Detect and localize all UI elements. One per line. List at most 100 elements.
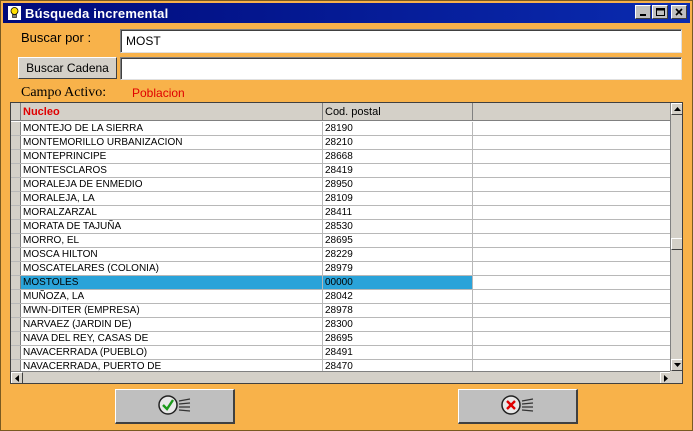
row-indicator[interactable] (11, 192, 21, 205)
table-row[interactable]: MONTEMORILLO URBANIZACION 28210 (11, 136, 672, 150)
column-header-postal-code[interactable]: Cod. postal (323, 103, 473, 121)
column-header-nucleo[interactable]: Nucleo (21, 103, 323, 121)
table-row[interactable]: MOSTOLES 00000 (11, 276, 672, 290)
cell-empty (473, 318, 671, 331)
table-row[interactable]: MWN-DITER (EMPRESA) 28978 (11, 304, 672, 318)
accept-button[interactable] (115, 389, 235, 424)
cell-postal-code[interactable]: 28978 (323, 304, 473, 317)
cell-postal-code[interactable]: 28530 (323, 220, 473, 233)
cell-postal-code[interactable]: 28419 (323, 164, 473, 177)
row-indicator[interactable] (11, 150, 21, 163)
cell-postal-code[interactable]: 28950 (323, 178, 473, 191)
table-row[interactable]: MORATA DE TAJUÑA 28530 (11, 220, 672, 234)
cell-empty (473, 178, 671, 191)
row-indicator[interactable] (11, 290, 21, 303)
cell-postal-code[interactable]: 28229 (323, 248, 473, 261)
vertical-scrollbar[interactable] (670, 103, 682, 371)
row-indicator[interactable] (11, 136, 21, 149)
table-row[interactable]: MONTESCLAROS 28419 (11, 164, 672, 178)
search-label: Buscar por : (21, 30, 92, 45)
cell-empty (473, 150, 671, 163)
grid-header: Nucleo Cod. postal (11, 103, 672, 121)
search-dialog: Búsqueda incremental Buscar por : MOST B… (0, 0, 693, 431)
table-row[interactable]: MOSCATELARES (COLONIA) 28979 (11, 262, 672, 276)
cell-nucleo[interactable]: MORALZARZAL (21, 206, 323, 219)
row-indicator[interactable] (11, 234, 21, 247)
cell-nucleo[interactable]: MOSCATELARES (COLONIA) (21, 262, 323, 275)
row-indicator[interactable] (11, 122, 21, 135)
cell-postal-code[interactable]: 28109 (323, 192, 473, 205)
search-string-button[interactable]: Buscar Cadena (18, 57, 117, 79)
cell-nucleo[interactable]: MORRO, EL (21, 234, 323, 247)
cell-postal-code[interactable]: 28411 (323, 206, 473, 219)
active-field-label: Campo Activo: (21, 85, 107, 100)
cell-nucleo[interactable]: MONTEMORILLO URBANIZACION (21, 136, 323, 149)
row-indicator[interactable] (11, 276, 21, 289)
window-title: Búsqueda incremental (25, 5, 169, 21)
cell-empty (473, 332, 671, 345)
cell-nucleo[interactable]: MONTEJO DE LA SIERRA (21, 122, 323, 135)
scrollbar-corner (670, 371, 682, 383)
horizontal-scrollbar[interactable] (11, 371, 672, 383)
row-indicator[interactable] (11, 178, 21, 191)
table-row[interactable]: MONTEJO DE LA SIERRA 28190 (11, 122, 672, 136)
results-grid[interactable]: Nucleo Cod. postal MONTEJO DE LA SIERRA 2… (10, 102, 683, 384)
cell-nucleo[interactable]: MONTEPRINCIPE (21, 150, 323, 163)
cell-postal-code[interactable]: 00000 (323, 276, 473, 289)
cell-nucleo[interactable]: MORALEJA DE ENMEDIO (21, 178, 323, 191)
row-indicator[interactable] (11, 206, 21, 219)
cell-empty (473, 262, 671, 275)
table-row[interactable]: NAVACERRADA (PUEBLO) 28491 (11, 346, 672, 360)
header-indicator (11, 103, 21, 120)
scroll-down-button[interactable] (671, 359, 682, 371)
cell-postal-code[interactable]: 28300 (323, 318, 473, 331)
table-row[interactable]: MUÑOZA, LA 28042 (11, 290, 672, 304)
cell-postal-code[interactable]: 28491 (323, 346, 473, 359)
row-indicator[interactable] (11, 220, 21, 233)
cell-nucleo[interactable]: NAVA DEL REY, CASAS DE (21, 332, 323, 345)
cell-postal-code[interactable]: 28979 (323, 262, 473, 275)
cell-nucleo[interactable]: MOSTOLES (21, 276, 323, 289)
table-row[interactable]: NARVAEZ (JARDIN DE) 28300 (11, 318, 672, 332)
cell-empty (473, 136, 671, 149)
row-indicator[interactable] (11, 318, 21, 331)
scroll-thumb[interactable] (671, 238, 682, 250)
cell-nucleo[interactable]: NARVAEZ (JARDIN DE) (21, 318, 323, 331)
search-input[interactable]: MOST (120, 29, 682, 53)
minimize-button[interactable] (635, 5, 651, 19)
search-string-input[interactable] (120, 57, 682, 80)
row-indicator[interactable] (11, 304, 21, 317)
cell-nucleo[interactable]: MUÑOZA, LA (21, 290, 323, 303)
row-indicator[interactable] (11, 164, 21, 177)
cell-nucleo[interactable]: MOSCA HILTON (21, 248, 323, 261)
table-row[interactable]: MORALEJA, LA 28109 (11, 192, 672, 206)
cell-nucleo[interactable]: MORATA DE TAJUÑA (21, 220, 323, 233)
cell-postal-code[interactable]: 28210 (323, 136, 473, 149)
cell-empty (473, 346, 671, 359)
table-row[interactable]: MORALZARZAL 28411 (11, 206, 672, 220)
table-row[interactable]: MOSCA HILTON 28229 (11, 248, 672, 262)
row-indicator[interactable] (11, 346, 21, 359)
cell-postal-code[interactable]: 28668 (323, 150, 473, 163)
maximize-button[interactable] (652, 5, 668, 19)
row-indicator[interactable] (11, 262, 21, 275)
cell-nucleo[interactable]: NAVACERRADA (PUEBLO) (21, 346, 323, 359)
cell-postal-code[interactable]: 28042 (323, 290, 473, 303)
cell-nucleo[interactable]: MORALEJA, LA (21, 192, 323, 205)
table-row[interactable]: NAVA DEL REY, CASAS DE 28695 (11, 332, 672, 346)
cancel-button[interactable] (458, 389, 578, 424)
scroll-up-button[interactable] (671, 103, 682, 115)
row-indicator[interactable] (11, 332, 21, 345)
table-row[interactable]: MONTEPRINCIPE 28668 (11, 150, 672, 164)
scroll-left-button[interactable] (11, 372, 23, 383)
row-indicator[interactable] (11, 248, 21, 261)
cell-nucleo[interactable]: MONTESCLAROS (21, 164, 323, 177)
table-row[interactable]: MORALEJA DE ENMEDIO 28950 (11, 178, 672, 192)
cell-postal-code[interactable]: 28695 (323, 234, 473, 247)
cell-postal-code[interactable]: 28190 (323, 122, 473, 135)
table-row[interactable]: MORRO, EL 28695 (11, 234, 672, 248)
close-button[interactable] (671, 5, 687, 19)
cell-empty (473, 164, 671, 177)
cell-nucleo[interactable]: MWN-DITER (EMPRESA) (21, 304, 323, 317)
cell-postal-code[interactable]: 28695 (323, 332, 473, 345)
